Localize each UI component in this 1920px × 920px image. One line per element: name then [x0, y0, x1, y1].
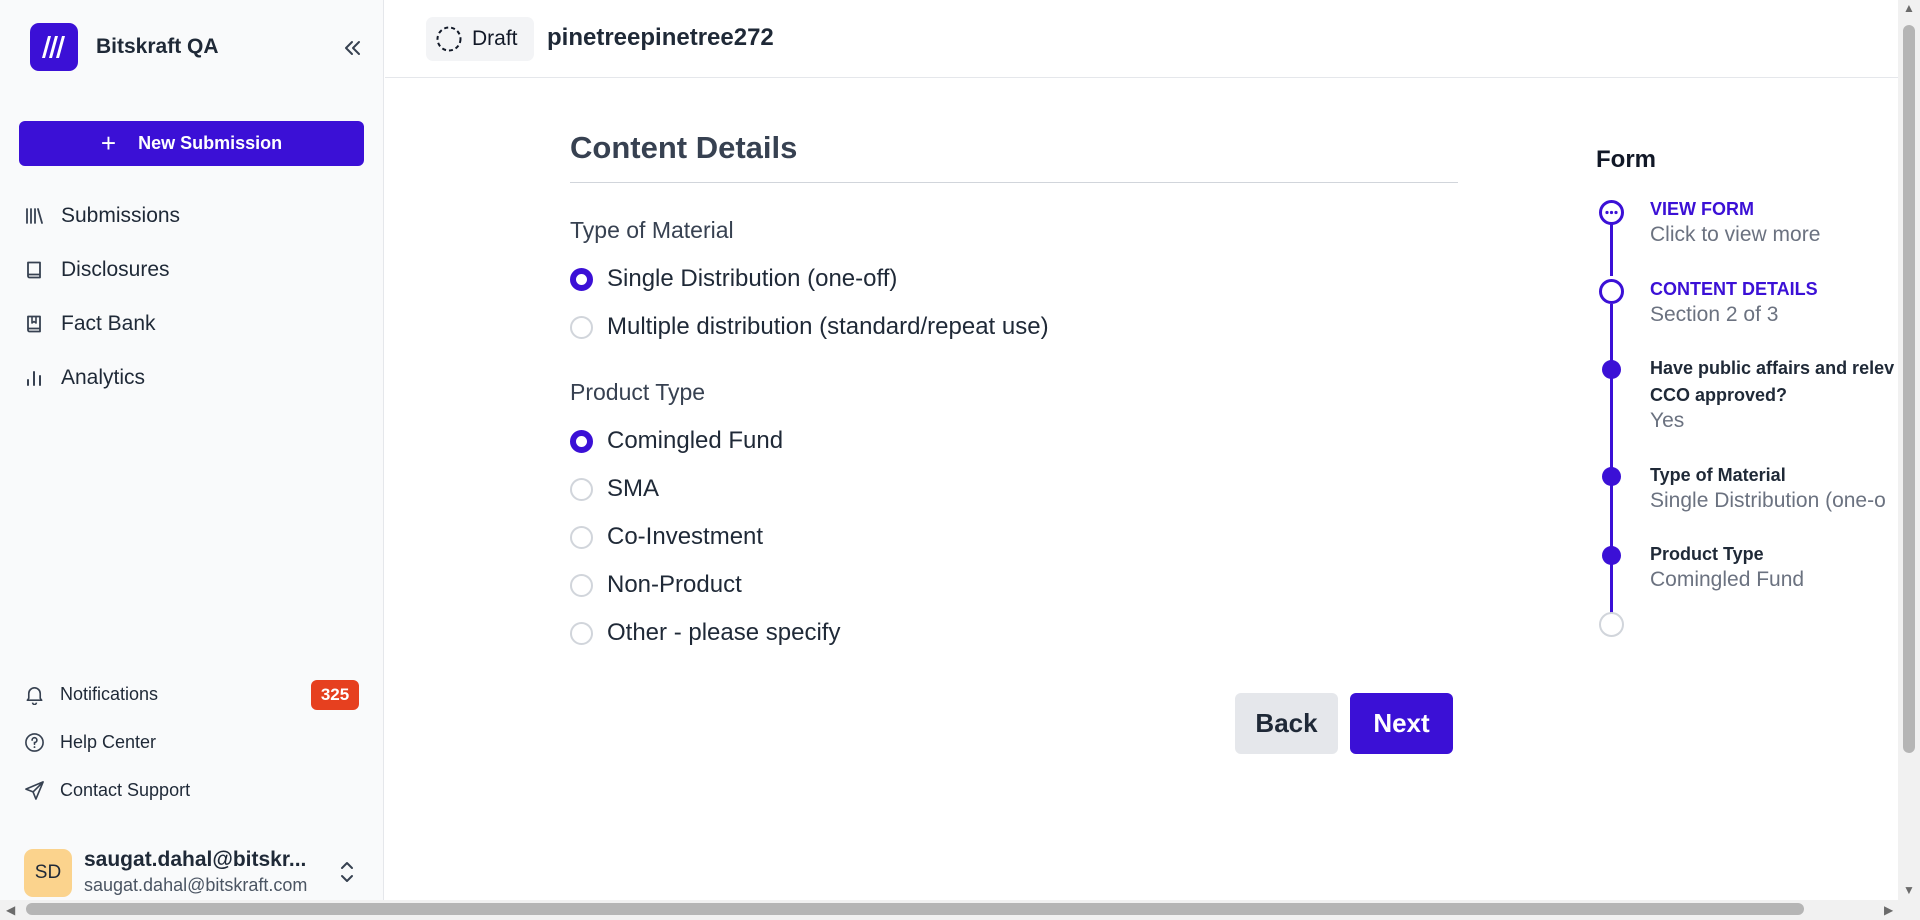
- topbar: Draft pinetreepinetree272: [385, 0, 1900, 78]
- step-content-details-sub: Section 2 of 3: [1650, 303, 1779, 326]
- sidebar-item-analytics[interactable]: Analytics: [24, 362, 145, 394]
- radio-label: Multiple distribution (standard/repeat u…: [607, 313, 1049, 340]
- user-menu[interactable]: SD saugat.dahal@bitskr... saugat.dahal@b…: [0, 840, 384, 902]
- sidebar-item-label: Analytics: [61, 366, 146, 389]
- radio-co-investment[interactable]: Co-Investment: [570, 522, 763, 552]
- sidebar-item-contact-support[interactable]: Contact Support: [24, 776, 190, 804]
- send-icon: [25, 780, 44, 800]
- bar-chart-icon: [27, 371, 41, 386]
- step-connector: [1610, 477, 1613, 555]
- step-marker-current: [1599, 279, 1624, 304]
- chevrons-up-down-icon: [341, 862, 353, 882]
- more-horizontal-icon: [1605, 210, 1618, 215]
- radio-label: Non-Product: [607, 571, 742, 598]
- sidebar-item-submissions[interactable]: Submissions: [24, 200, 180, 232]
- plus-icon: +: [100, 127, 117, 158]
- sidebar-item-label: Help Center: [60, 731, 157, 752]
- sidebar-item-label: Fact Bank: [61, 312, 156, 335]
- step-type-of-material-answer: Single Distribution (one-o: [1650, 489, 1886, 512]
- logo-mark-icon: [42, 36, 65, 58]
- scroll-up-icon[interactable]: ▲: [1903, 2, 1915, 14]
- next-button[interactable]: Next: [1350, 693, 1453, 754]
- status-badge: Draft: [426, 17, 534, 61]
- radio-non-product[interactable]: Non-Product: [570, 570, 742, 600]
- step-marker-pending: [1599, 612, 1624, 637]
- radio-label: Single Distribution (one-off): [607, 265, 898, 292]
- scroll-left-icon[interactable]: ◀: [6, 904, 15, 916]
- divider: [570, 182, 1458, 183]
- sidebar-item-label: Submissions: [61, 204, 181, 227]
- chevrons-left-icon: [345, 41, 360, 55]
- radio-unchecked-icon: [570, 477, 593, 501]
- sidebar: Bitskraft QA + New Submission Submission…: [0, 0, 384, 920]
- sidebar-item-help-center[interactable]: Help Center: [24, 728, 156, 756]
- sidebar-item-label: Disclosures: [61, 258, 170, 281]
- help-circle-icon: [25, 732, 44, 752]
- radio-sma[interactable]: SMA: [570, 474, 659, 504]
- sidebar-item-fact-bank[interactable]: Fact Bank: [24, 308, 156, 340]
- radio-label: Co-Investment: [607, 523, 764, 550]
- new-submission-button[interactable]: + New Submission: [19, 121, 364, 166]
- step-content-details[interactable]: CONTENT DETAILS: [1650, 279, 1818, 300]
- sidebar-item-notifications[interactable]: Notifications: [24, 680, 158, 708]
- step-marker-completed: [1602, 360, 1621, 379]
- vertical-scrollbar-thumb[interactable]: [1903, 25, 1915, 753]
- app-name: Bitskraft QA: [96, 35, 219, 58]
- radio-label: Other - please specify: [607, 619, 841, 646]
- radio-unchecked-icon: [570, 621, 593, 645]
- radio-unchecked-icon: [570, 525, 593, 549]
- radio-label: Comingled Fund: [607, 427, 784, 454]
- step-view-form-link[interactable]: VIEW FORM: [1650, 199, 1754, 220]
- radio-multiple-distribution[interactable]: Multiple distribution (standard/repeat u…: [570, 312, 1049, 342]
- dashed-circle-icon: [436, 26, 462, 52]
- avatar: SD: [24, 849, 72, 897]
- book-icon: [27, 261, 41, 279]
- horizontal-scrollbar-thumb[interactable]: [26, 903, 1804, 915]
- radio-comingled-fund[interactable]: Comingled Fund: [570, 426, 783, 456]
- step-marker-completed: [1602, 467, 1621, 486]
- product-type-label: Product Type: [570, 379, 706, 405]
- section-title: Content Details: [570, 130, 798, 165]
- step-type-of-material: Type of Material: [1650, 465, 1786, 485]
- step-product-type-answer: Comingled Fund: [1650, 568, 1805, 591]
- radio-checked-icon: [570, 267, 593, 291]
- radio-checked-icon: [570, 429, 593, 453]
- app-logo: [30, 23, 78, 71]
- new-submission-label: New Submission: [138, 133, 283, 153]
- step-approval-question: Have public affairs and relev: [1650, 358, 1895, 378]
- step-approval-question-line2: CCO approved?: [1650, 385, 1788, 405]
- collapse-sidebar-button[interactable]: [338, 34, 366, 62]
- step-connector: [1610, 378, 1613, 477]
- sidebar-item-label: Contact Support: [60, 779, 191, 800]
- type-of-material-label: Type of Material: [570, 217, 734, 243]
- radio-single-distribution[interactable]: Single Distribution (one-off): [570, 264, 897, 294]
- submission-name: pinetreepinetree272: [547, 24, 774, 51]
- step-marker-view-form: [1599, 200, 1624, 225]
- radio-label: SMA: [607, 475, 660, 502]
- scroll-right-icon[interactable]: ▶: [1884, 904, 1893, 916]
- step-approval-answer: Yes: [1650, 409, 1685, 432]
- step-marker-completed: [1602, 546, 1621, 565]
- radio-unchecked-icon: [570, 315, 593, 339]
- step-view-form-hint: Click to view more: [1650, 223, 1821, 246]
- step-connector: [1610, 224, 1613, 276]
- progress-title: Form: [1596, 146, 1656, 173]
- user-email: saugat.dahal@bitskraft.com: [84, 875, 308, 895]
- user-name: saugat.dahal@bitskr...: [84, 848, 307, 871]
- sidebar-item-disclosures[interactable]: Disclosures: [24, 254, 170, 286]
- step-product-type: Product Type: [1650, 544, 1764, 564]
- scroll-down-icon[interactable]: ▼: [1903, 884, 1915, 896]
- radio-unchecked-icon: [570, 573, 593, 597]
- back-button[interactable]: Back: [1235, 693, 1338, 754]
- status-text: Draft: [472, 27, 518, 50]
- sidebar-item-label: Notifications: [60, 683, 159, 704]
- bookmark-book-icon: [27, 315, 41, 333]
- bell-icon: [26, 686, 43, 705]
- library-icon: [26, 208, 43, 224]
- radio-other[interactable]: Other - please specify: [570, 618, 840, 648]
- notification-count-badge: 325: [311, 680, 359, 710]
